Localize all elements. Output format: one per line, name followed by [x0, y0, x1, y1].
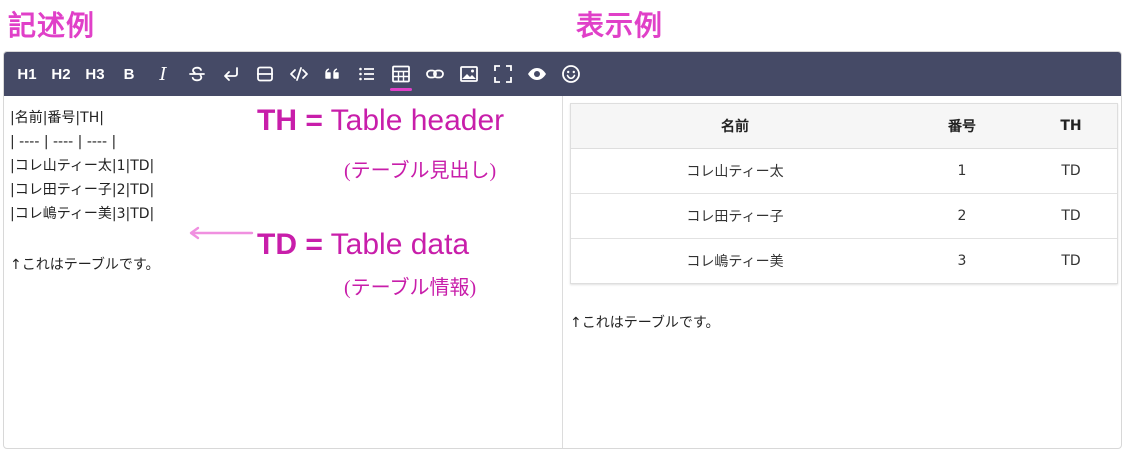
preview-note: ↑これはテーブルです。 [570, 315, 720, 331]
annotation-th-sub: (テーブル見出し) [344, 160, 497, 182]
line-break-button[interactable] [214, 56, 248, 92]
table-cell: TD [1025, 148, 1117, 194]
horizontal-rule-icon [257, 66, 273, 82]
annotation-th-text: Table header [330, 104, 505, 137]
markdown-line: |コレ嶋ティー美|3|TD| [10, 206, 155, 222]
editor-toolbar: H1 H2 H3 B I [4, 52, 1121, 96]
quote-icon [325, 68, 339, 79]
markdown-source-pane[interactable]: |名前|番号|TH| | ---- | ---- | ---- | |コレ山ティ… [4, 96, 563, 448]
table-cell: コレ山ティー太 [571, 148, 899, 194]
horizontal-rule-button[interactable] [248, 56, 282, 92]
table-cell: TD [1025, 193, 1117, 239]
preview-button[interactable] [520, 56, 554, 92]
emoji-button[interactable] [554, 56, 588, 92]
code-button[interactable] [282, 56, 316, 92]
markdown-text: |名前|番号|TH| | ---- | ---- | ---- | |コレ山ティ… [10, 106, 154, 226]
preview-table: 名前 番号 TH コレ山ティー太 1 TD コレ田ティー子 2 TD コレ嶋ティ… [570, 103, 1118, 284]
annotation-td-text: Table data [330, 228, 470, 261]
preview-eye-icon [528, 68, 546, 80]
fullscreen-button[interactable] [486, 56, 520, 92]
heading2-button[interactable]: H2 [44, 56, 78, 92]
line-break-icon [224, 67, 238, 81]
markdown-line: | ---- | ---- | ---- | [10, 134, 117, 150]
markdown-line: |名前|番号|TH| [10, 110, 104, 126]
italic-button[interactable]: I [146, 56, 180, 92]
link-icon [426, 69, 444, 79]
table-cell: 3 [957, 253, 967, 269]
emoji-icon [562, 65, 580, 83]
table-button[interactable] [384, 56, 418, 92]
table-cell: TD [1061, 253, 1081, 269]
table-header-cell: 番号 [899, 104, 1025, 149]
table-header-cell: 名前 [571, 104, 899, 149]
image-button[interactable] [452, 56, 486, 92]
list-icon [359, 67, 374, 81]
table-header-row: 名前 番号 TH [571, 104, 1117, 149]
pointer-arrow-icon [189, 226, 254, 240]
fullscreen-icon [494, 65, 512, 83]
heading3-button[interactable]: H3 [78, 56, 112, 92]
list-button[interactable] [350, 56, 384, 92]
markdown-line: |コレ山ティー太|1|TD| [10, 158, 155, 174]
annotation-td-abbr: TD = [257, 228, 323, 261]
markdown-editor: H1 H2 H3 B I |名前|番号|TH| | ---- | ---- | … [3, 51, 1122, 449]
table-row: コレ山ティー太 1 TD [571, 148, 1117, 194]
table-header-cell: TH [1025, 104, 1117, 149]
markdown-note: ↑これはテーブルです。 [10, 257, 160, 273]
table-cell: 2 [899, 193, 1025, 239]
markdown-line: |コレ田ティー子|2|TD| [10, 182, 155, 198]
table-icon [392, 65, 410, 83]
table-cell: 1 [899, 148, 1025, 194]
code-icon [290, 67, 308, 81]
heading-example-source: 記述例 [8, 9, 96, 42]
preview-pane: 名前 番号 TH コレ山ティー太 1 TD コレ田ティー子 2 TD コレ嶋ティ… [563, 96, 1121, 448]
table-cell: コレ田ティー子 [571, 193, 899, 239]
annotation-th-abbr: TH = [257, 104, 323, 137]
strikethrough-button[interactable] [180, 56, 214, 92]
image-icon [460, 66, 478, 82]
bold-button[interactable]: B [112, 56, 146, 92]
table-cell: コレ嶋ティー美 [686, 254, 784, 270]
table-row: コレ嶋ティー美 3 TD [571, 239, 1117, 284]
link-button[interactable] [418, 56, 452, 92]
heading1-button[interactable]: H1 [10, 56, 44, 92]
heading-example-preview: 表示例 [576, 9, 664, 42]
annotation-td: TD = Table data [257, 228, 469, 262]
annotation-th: TH = Table header [257, 104, 504, 138]
quote-button[interactable] [316, 56, 350, 92]
annotation-td-sub: (テーブル情報) [344, 277, 477, 299]
table-row: コレ田ティー子 2 TD [571, 193, 1117, 239]
strikethrough-icon [189, 66, 205, 82]
